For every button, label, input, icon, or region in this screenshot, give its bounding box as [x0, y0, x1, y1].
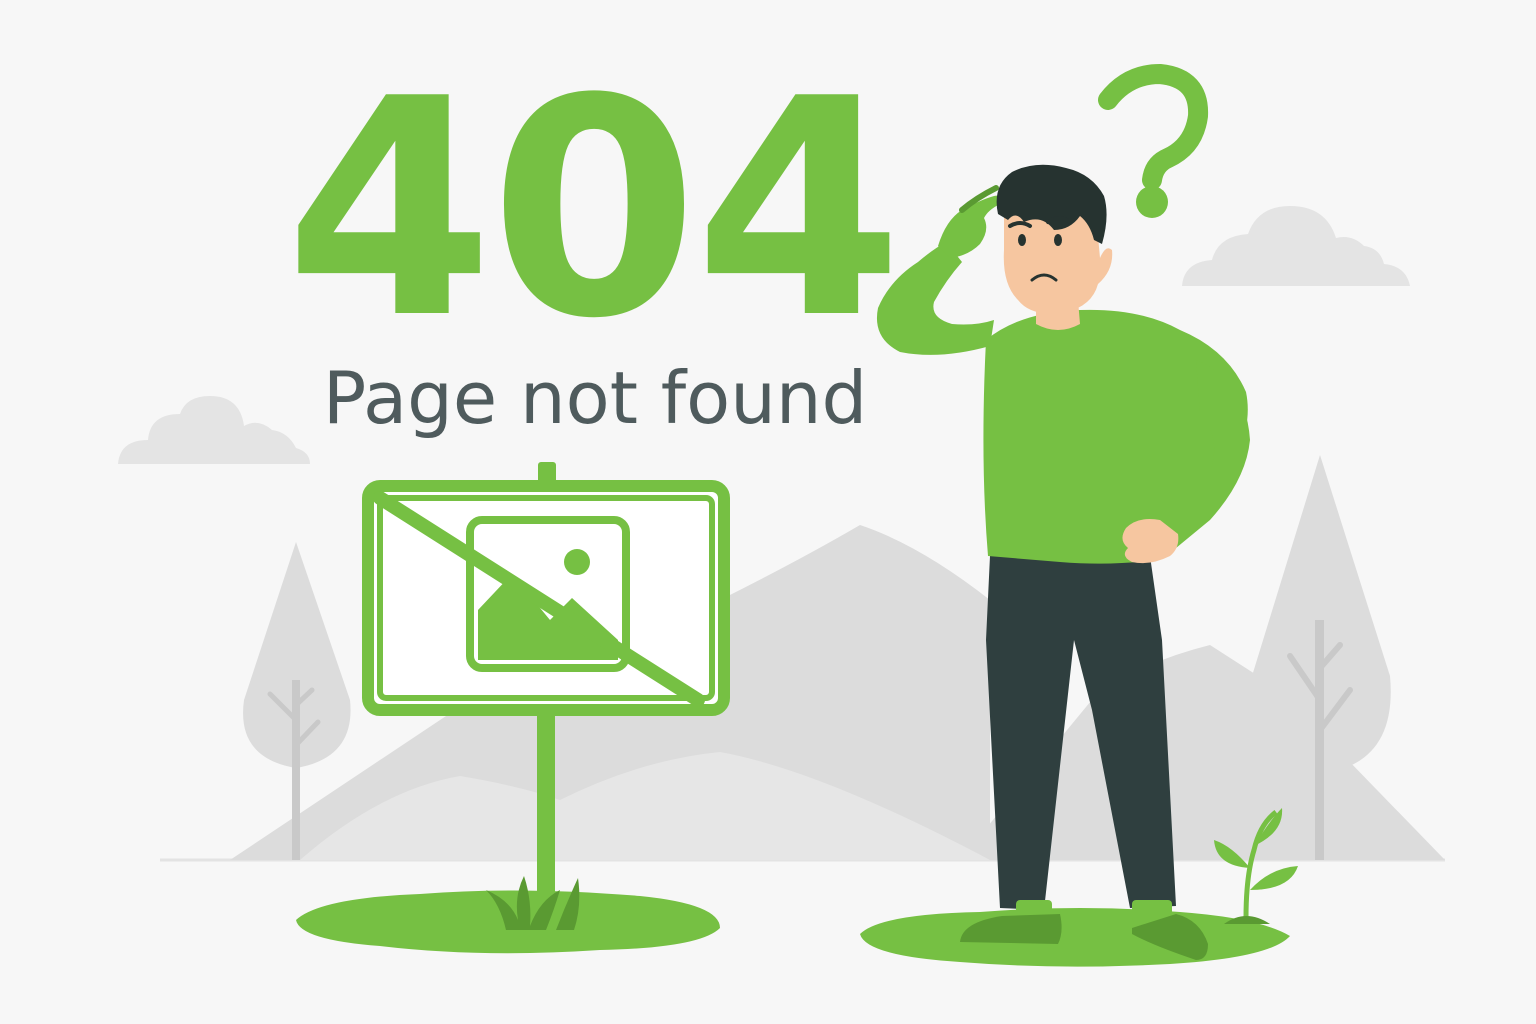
sweater — [983, 309, 1248, 564]
cloud-icon — [118, 396, 310, 464]
cloud-left — [118, 396, 310, 464]
error-message: Page not found — [322, 356, 868, 440]
broken-image-sign — [362, 462, 730, 936]
question-mark-icon — [1098, 63, 1209, 218]
not-found-page: 404 Page not found — [0, 0, 1536, 1024]
ground-patch-right — [860, 908, 1290, 967]
error-code: 404 — [284, 35, 903, 384]
cloud-icon — [1182, 206, 1410, 286]
cloud-right — [1182, 206, 1410, 286]
